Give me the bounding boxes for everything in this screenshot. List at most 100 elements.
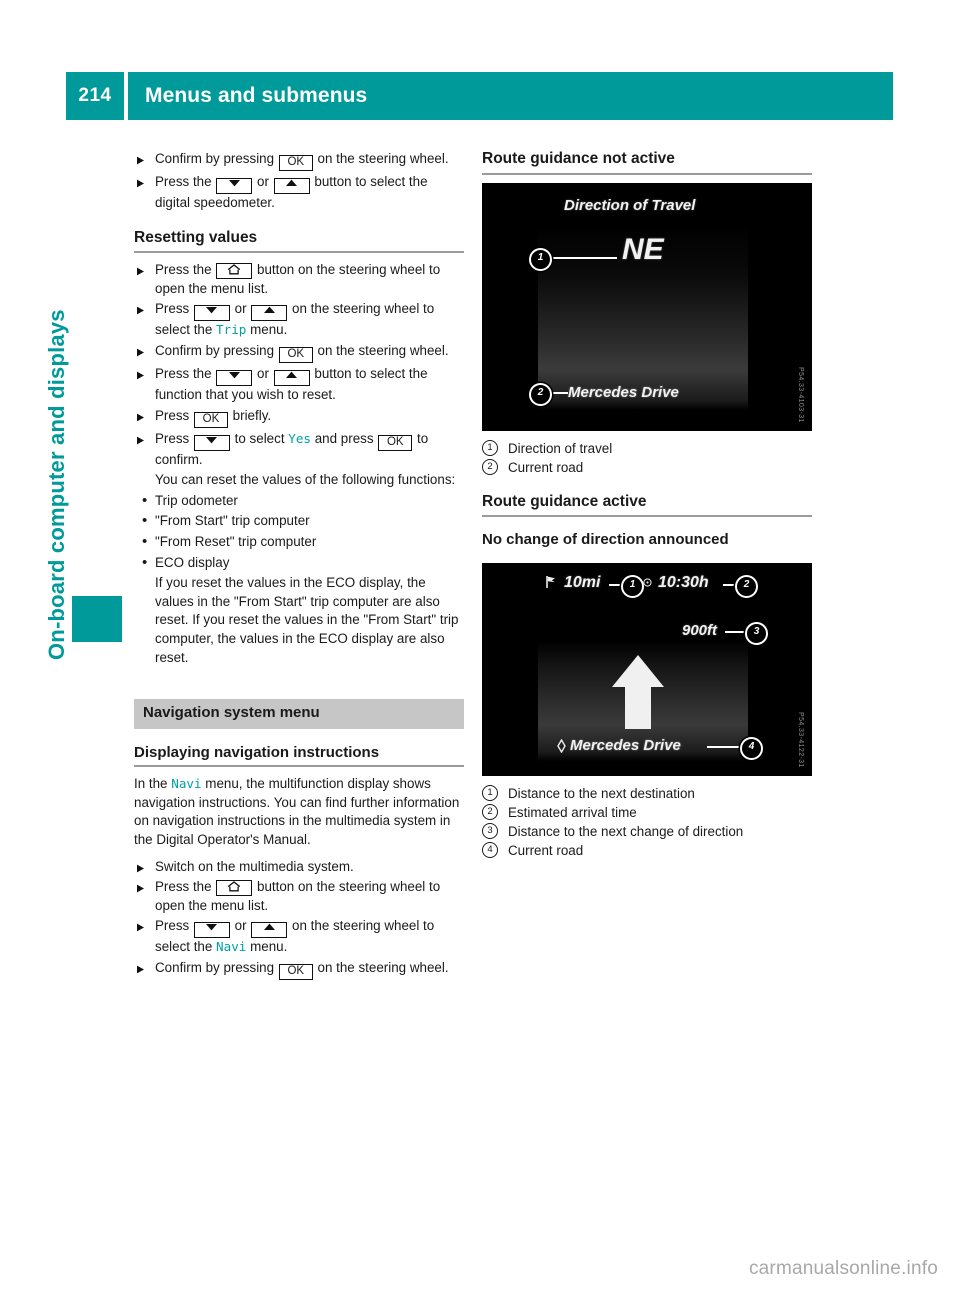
step-text: Press the button on the steering wheel t… xyxy=(155,262,441,296)
legend-label: Direction of travel xyxy=(508,440,613,456)
display-screenshot-route-guidance: 10mi 1 10:30h 2 900ft 3 Mercedes Drive 4… xyxy=(482,562,812,776)
figure-code-1: P54.33-4103-31 xyxy=(797,366,804,423)
instruction-step: Press the or button to select the functi… xyxy=(134,365,464,405)
step-arrow-icon xyxy=(136,301,150,315)
step-text: Confirm by pressing OK on the steering w… xyxy=(155,343,449,363)
legend-row: 3 Distance to the next change of directio… xyxy=(482,822,812,841)
key-ok-icon: OK xyxy=(378,434,413,451)
key-down-arrow-icon xyxy=(193,434,230,451)
reset-note: You can reset the values of the followin… xyxy=(134,471,464,490)
instruction-step: Confirm by pressing OK on the steering w… xyxy=(134,959,464,981)
step-text: Switch on the multimedia system. xyxy=(155,858,354,874)
key-down-arrow-icon xyxy=(216,369,253,386)
bullet-icon: • xyxy=(142,512,148,530)
step-arrow-icon xyxy=(136,918,150,932)
key-ok-icon: OK xyxy=(278,964,313,981)
step-text: Press or on the steering wheel to select… xyxy=(155,918,435,955)
chapter-tab-marker xyxy=(72,596,122,642)
legend-number: 2 xyxy=(482,803,508,822)
road-diamond-icon xyxy=(557,738,566,753)
legend-1: 1 Direction of travel 2 Current road xyxy=(482,439,812,477)
list-item: • ECO display xyxy=(134,554,464,573)
lcd-panel-1: Direction of Travel NE 1 Mercedes Drive … xyxy=(482,183,812,431)
step-arrow-icon xyxy=(136,262,150,276)
legend-row: 4 Current road xyxy=(482,841,812,860)
step-arrow-icon xyxy=(136,343,150,357)
list-item: • Trip odometer xyxy=(134,492,464,511)
legend-row: 1 Distance to the next destination xyxy=(482,784,812,803)
instruction-step: Confirm by pressing OK on the steering w… xyxy=(134,342,464,363)
legend-row: 2 Current road xyxy=(482,458,812,477)
bullet-icon: • xyxy=(142,491,148,509)
step-arrow-icon xyxy=(136,960,150,974)
leader-line-1 xyxy=(547,256,617,259)
legend-number: 3 xyxy=(482,822,508,841)
list-item: • "From Reset" trip computer xyxy=(134,533,464,552)
lcd-distance-next-turn: 900ft xyxy=(682,621,718,639)
step-arrow-icon xyxy=(136,408,150,422)
key-up-arrow-icon xyxy=(251,922,288,939)
legend-row: 2 Estimated arrival time xyxy=(482,803,812,822)
menu-name: Trip xyxy=(216,322,247,338)
bullet-icon: • xyxy=(142,553,148,571)
rg-not-active-rule xyxy=(482,172,812,175)
key-ok-icon: OK xyxy=(278,346,313,363)
heading-route-guidance-active: Route guidance active xyxy=(482,492,647,510)
instruction-step: Switch on the multimedia system. xyxy=(134,858,464,877)
heading-route-guidance-not-active: Route guidance not active xyxy=(482,150,675,167)
step-text: Confirm by pressing OK on the steering w… xyxy=(155,960,449,981)
list-item: • "From Start" trip computer xyxy=(134,512,464,531)
straight-ahead-arrow-icon xyxy=(612,654,664,729)
key-up-arrow-icon xyxy=(251,305,288,322)
instruction-step: Press or on the steering wheel to select… xyxy=(134,300,464,340)
lcd-panel-2: 10mi 1 10:30h 2 900ft 3 Mercedes Drive 4 xyxy=(482,563,812,776)
instruction-step: Press the button on the steering wheel t… xyxy=(134,878,464,915)
callout-4: 2 xyxy=(735,574,758,598)
step-text: Press OK briefly. xyxy=(155,408,271,428)
step-text: Press the or button to select the functi… xyxy=(155,365,428,402)
steps-nav: Switch on the multimedia system. Press th… xyxy=(134,858,464,981)
legend-label: Current road xyxy=(508,459,584,475)
step-arrow-icon xyxy=(136,174,150,188)
heading-resetting-values: Resetting values xyxy=(134,228,258,246)
page-title: Menus and submenus xyxy=(145,84,368,107)
figure-code-2: P54.33-4122-31 xyxy=(797,711,804,768)
key-down-arrow-icon xyxy=(193,922,230,939)
page-header: 214 Menus and submenus xyxy=(66,72,893,120)
callout-5: 3 xyxy=(745,621,768,645)
list-item-label: Trip odometer xyxy=(155,492,238,508)
clock-icon xyxy=(643,578,652,587)
legend-label: Distance to the next destination xyxy=(508,785,695,801)
legend-row: 1 Direction of travel xyxy=(482,439,812,458)
legend-number: 1 xyxy=(482,439,508,458)
rg-active-rule xyxy=(482,515,812,518)
bullet-icon: • xyxy=(142,532,148,550)
key-home-icon xyxy=(216,880,253,897)
key-ok-icon: OK xyxy=(278,155,313,171)
key-up-arrow-icon xyxy=(273,178,310,194)
instruction-step: Press to select Yes and press OK to conf… xyxy=(134,430,464,470)
flag-icon xyxy=(546,575,555,588)
lcd-arrival-time: 10:30h xyxy=(658,573,709,591)
reset-bullets: • Trip odometer • "From Start" trip compute… xyxy=(134,492,464,572)
step-arrow-icon xyxy=(136,879,150,893)
lcd-title: Direction of Travel xyxy=(564,196,696,214)
legend-number: 1 xyxy=(482,784,508,803)
list-item-label: ECO display xyxy=(155,554,230,570)
page-number: 214 xyxy=(78,85,112,106)
chapter-tab-label: On-board computer and displays xyxy=(44,309,69,660)
steps-reset: Press the button on the steering wheel t… xyxy=(134,261,464,469)
step-arrow-icon xyxy=(136,366,150,380)
step-text: Press the button on the steering wheel t… xyxy=(155,879,441,913)
lcd-distance-to-destination: 10mi xyxy=(564,573,601,591)
steps-top: Confirm by pressing OK on the steering w… xyxy=(134,150,464,213)
step-text: Press to select Yes and press OK to conf… xyxy=(155,430,429,467)
key-down-arrow-icon xyxy=(193,305,230,322)
legend-2: 1 Distance to the next destination 2 Estima… xyxy=(482,784,812,860)
legend-label: Estimated arrival time xyxy=(508,804,637,820)
legend-number: 4 xyxy=(482,841,508,860)
step-arrow-icon xyxy=(136,431,150,445)
step-text: Press or on the steering wheel to select… xyxy=(155,301,435,338)
lcd-current-road: Mercedes Drive xyxy=(568,383,679,401)
step-arrow-icon xyxy=(136,859,150,873)
